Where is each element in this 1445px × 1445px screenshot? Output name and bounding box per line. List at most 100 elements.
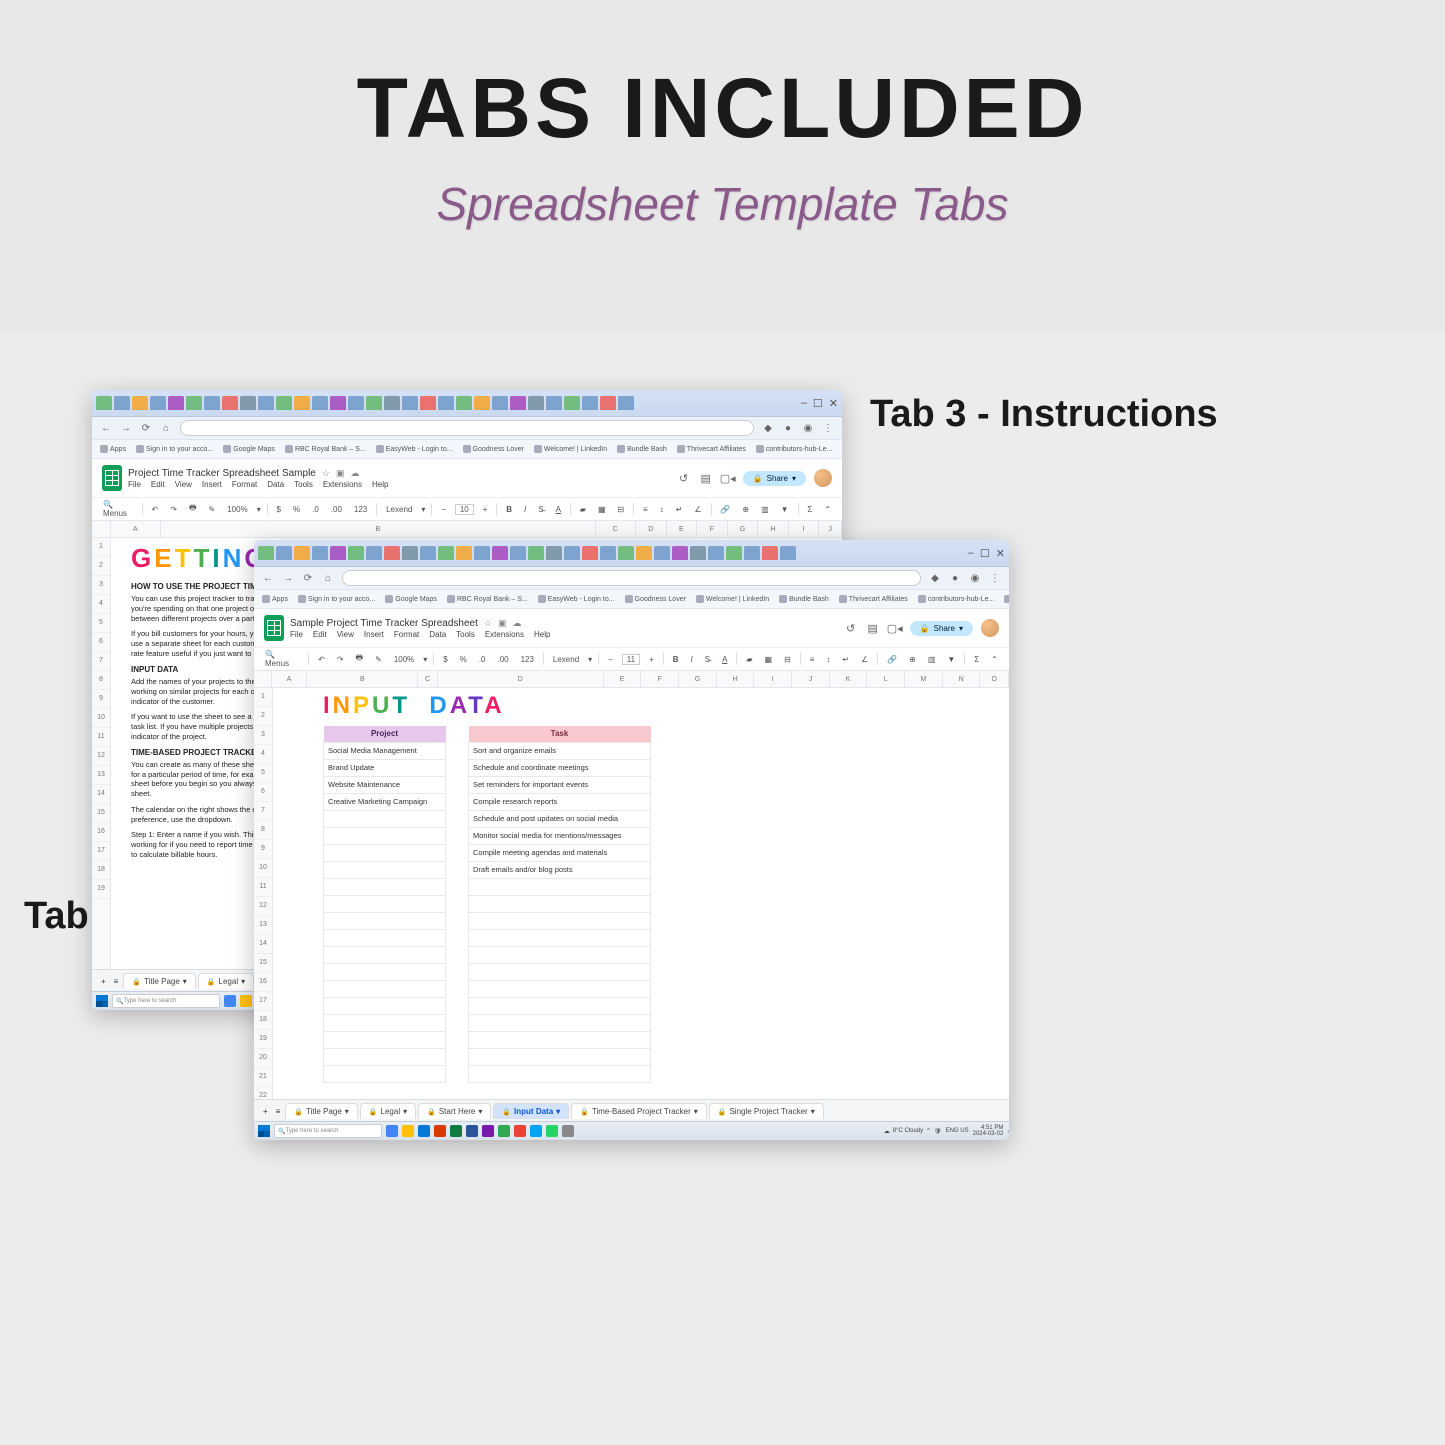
- browser-tab[interactable]: [348, 546, 364, 560]
- doc-title[interactable]: Project Time Tracker Spreadsheet Sample: [128, 468, 316, 479]
- taskbar-search[interactable]: 🔍 Type here to search: [112, 994, 220, 1008]
- back-icon[interactable]: ←: [100, 422, 112, 434]
- browser-tab[interactable]: [348, 396, 364, 410]
- sheet-tab[interactable]: 🔒Legal▾: [198, 973, 254, 989]
- taskbar-app-icon[interactable]: [386, 1125, 398, 1137]
- project-cell[interactable]: [324, 827, 446, 844]
- taskbar-app-icon[interactable]: [514, 1125, 526, 1137]
- all-sheets-icon[interactable]: ≡: [273, 1106, 284, 1117]
- menu-item[interactable]: Edit: [151, 480, 165, 489]
- home-icon[interactable]: ⌂: [160, 422, 172, 434]
- task-cell[interactable]: [469, 1014, 651, 1031]
- currency-icon[interactable]: $: [440, 654, 450, 665]
- menu-item[interactable]: Format: [232, 480, 257, 489]
- browser-tab[interactable]: [294, 396, 310, 410]
- browser-tab[interactable]: [438, 546, 454, 560]
- font-size[interactable]: 10: [455, 504, 474, 515]
- chart-icon[interactable]: ▥: [925, 654, 939, 665]
- browser-tab[interactable]: [276, 396, 292, 410]
- taskbar-app-icon[interactable]: [530, 1125, 542, 1137]
- project-cell[interactable]: [324, 946, 446, 963]
- project-cell[interactable]: [324, 980, 446, 997]
- sheet-tab[interactable]: 🔒Title Page▾: [285, 1103, 357, 1119]
- project-cell[interactable]: [324, 1048, 446, 1065]
- all-sheets-icon[interactable]: ≡: [111, 976, 122, 987]
- browser-tab[interactable]: [258, 546, 274, 560]
- menu-item[interactable]: Edit: [313, 630, 327, 639]
- browser-tab[interactable]: [456, 396, 472, 410]
- browser-tab[interactable]: [402, 546, 418, 560]
- menu-icon[interactable]: ⋮: [822, 422, 834, 434]
- extension-icon[interactable]: ◆: [929, 572, 941, 584]
- bookmark-item[interactable]: RBC Royal Bank – S...: [447, 595, 528, 603]
- browser-tab[interactable]: [312, 396, 328, 410]
- browser-tab[interactable]: [582, 396, 598, 410]
- zoom-select[interactable]: 100%: [224, 504, 250, 515]
- task-cell[interactable]: [469, 1048, 651, 1065]
- project-cell[interactable]: [324, 810, 446, 827]
- browser-tab[interactable]: [456, 546, 472, 560]
- project-cell[interactable]: [324, 1014, 446, 1031]
- link-icon[interactable]: 🔗: [717, 504, 733, 515]
- strike-icon[interactable]: S̶: [535, 504, 546, 515]
- task-cell[interactable]: [469, 963, 651, 980]
- menu-item[interactable]: File: [128, 480, 141, 489]
- extension-icon[interactable]: ◆: [762, 422, 774, 434]
- home-icon[interactable]: ⌂: [322, 572, 334, 584]
- menu-item[interactable]: Insert: [364, 630, 384, 639]
- browser-tab[interactable]: [384, 546, 400, 560]
- menu-item[interactable]: Tools: [294, 480, 313, 489]
- browser-tab[interactable]: [564, 396, 580, 410]
- valign-icon[interactable]: ↕: [823, 654, 833, 665]
- task-cell[interactable]: Schedule and post updates on social medi…: [469, 810, 651, 827]
- start-button[interactable]: [258, 1125, 270, 1137]
- taskbar-app-icon[interactable]: [224, 995, 236, 1007]
- extension-icon[interactable]: ◉: [802, 422, 814, 434]
- taskbar-app-icon[interactable]: [562, 1125, 574, 1137]
- halign-icon[interactable]: ≡: [640, 504, 651, 515]
- browser-tab[interactable]: [168, 396, 184, 410]
- star-icon[interactable]: ☆: [484, 618, 492, 629]
- menu-item[interactable]: Help: [372, 480, 388, 489]
- task-cell[interactable]: [469, 912, 651, 929]
- taskbar-app-icon[interactable]: [418, 1125, 430, 1137]
- task-cell[interactable]: Compile research reports: [469, 793, 651, 810]
- maximize-icon[interactable]: ☐: [980, 547, 990, 560]
- menu-item[interactable]: File: [290, 630, 303, 639]
- browser-tab[interactable]: [708, 546, 724, 560]
- task-cell[interactable]: Schedule and coordinate meetings: [469, 759, 651, 776]
- comment-add-icon[interactable]: ⊕: [739, 504, 752, 515]
- comment-add-icon[interactable]: ⊕: [906, 654, 919, 665]
- bookmark-item[interactable]: Welcome! | LinkedIn: [696, 595, 769, 603]
- maximize-icon[interactable]: ☐: [813, 397, 823, 410]
- browser-tab[interactable]: [546, 546, 562, 560]
- task-cell[interactable]: [469, 980, 651, 997]
- browser-tab[interactable]: [744, 546, 760, 560]
- task-cell[interactable]: [469, 1031, 651, 1048]
- browser-tab[interactable]: [546, 396, 562, 410]
- collapse-icon[interactable]: ⌃: [988, 654, 1001, 665]
- bookmark-item[interactable]: Sign in to your acco...: [136, 445, 213, 453]
- bookmark-item[interactable]: Thrivecart Affiliates: [839, 595, 908, 603]
- percent-icon[interactable]: %: [290, 504, 303, 515]
- start-button[interactable]: [96, 995, 108, 1007]
- browser-tab[interactable]: [150, 396, 166, 410]
- filter-icon[interactable]: ▼: [778, 504, 792, 515]
- project-cell[interactable]: Social Media Management: [324, 742, 446, 759]
- history-icon[interactable]: ↺: [677, 471, 691, 485]
- meet-icon[interactable]: ▢◂: [888, 621, 902, 635]
- browser-tab[interactable]: [420, 396, 436, 410]
- extension-icon[interactable]: ◉: [969, 572, 981, 584]
- taskbar-search[interactable]: 🔍 Type here to search: [274, 1124, 382, 1138]
- browser-tab[interactable]: [366, 546, 382, 560]
- wrap-icon[interactable]: ↵: [839, 654, 852, 665]
- paint-icon[interactable]: ✎: [206, 504, 219, 515]
- browser-tab[interactable]: [600, 546, 616, 560]
- merge-icon[interactable]: ⊟: [781, 654, 794, 665]
- bookmark-item[interactable]: Bundle Bash: [617, 445, 667, 453]
- cloud-icon[interactable]: ☁: [512, 618, 521, 629]
- menu-item[interactable]: Data: [267, 480, 284, 489]
- browser-tab[interactable]: [582, 546, 598, 560]
- filter-icon[interactable]: ▼: [944, 654, 958, 665]
- bookmark-item[interactable]: Apps: [262, 595, 288, 603]
